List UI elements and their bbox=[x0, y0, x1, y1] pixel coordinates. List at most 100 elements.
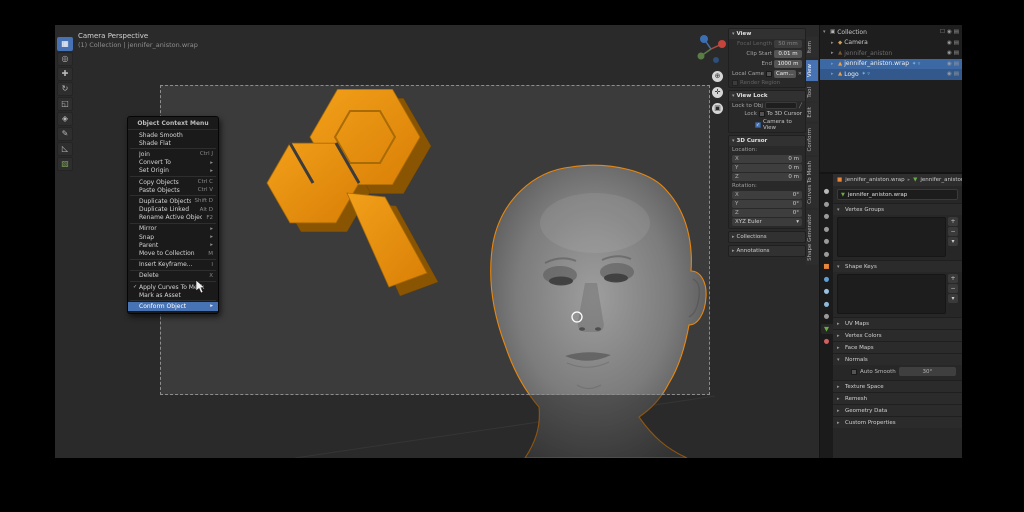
section-custom-properties[interactable]: ▸ Custom Properties bbox=[833, 416, 962, 428]
panel-collections[interactable]: ▸ Collections bbox=[728, 231, 806, 243]
menu-item-shade-flat[interactable]: Shade Flat bbox=[128, 139, 218, 147]
outliner-row-jennifer-aniston-wrap[interactable]: ▸ ▲ jennifer_aniston.wrap ✶ ▿ ◉ ▤ bbox=[820, 58, 962, 69]
properties-tab-render[interactable]: ● bbox=[821, 199, 833, 209]
camera-visibility-icon[interactable]: ▤ bbox=[954, 71, 959, 77]
tool-annotate-button[interactable]: ✎ bbox=[57, 127, 73, 141]
menu-item-parent[interactable]: Parent ▸ bbox=[128, 241, 218, 249]
menu-item-join[interactable]: Join Ctrl J bbox=[128, 150, 218, 158]
menu-item-shade-smooth[interactable]: Shade Smooth bbox=[128, 131, 218, 139]
panel-annotations[interactable]: ▸ Annotations bbox=[728, 245, 806, 257]
sidebar-tab-curves-to-mesh[interactable]: Curves To Mesh bbox=[806, 157, 818, 209]
menu-item-rename-active-object[interactable]: Rename Active Object...F2 bbox=[128, 214, 218, 222]
render-region-checkbox[interactable] bbox=[732, 80, 738, 86]
properties-tab-tool[interactable]: ● bbox=[821, 186, 833, 196]
eye-toggle-icon[interactable]: ◉ bbox=[947, 61, 952, 67]
eye-toggle-icon[interactable]: ◉ bbox=[947, 71, 952, 77]
eyedropper-icon[interactable]: ╱ bbox=[799, 103, 802, 109]
clip-start-field[interactable]: 0.01 m bbox=[774, 50, 802, 58]
panel-3d-cursor-header[interactable]: ▾ 3D Cursor bbox=[729, 136, 805, 146]
properties-tab-particles[interactable]: ● bbox=[821, 286, 833, 296]
sidebar-tab-item[interactable]: Item bbox=[806, 37, 818, 58]
camera-view-button[interactable]: ▣ bbox=[712, 103, 723, 114]
disclosure-icon[interactable]: ▸ bbox=[831, 71, 836, 77]
cursor-rotation-y[interactable]: Y 0° bbox=[732, 200, 802, 208]
section-remesh[interactable]: ▸ Remesh bbox=[833, 392, 962, 404]
clear-icon[interactable]: ✕ bbox=[798, 71, 802, 77]
section-normals[interactable]: ▾ Normals bbox=[833, 353, 962, 365]
outliner-row-camera[interactable]: ▸ ◆ Camera ◉ ▤ bbox=[820, 38, 962, 49]
panel-view-lock-header[interactable]: ▾ View Lock bbox=[729, 91, 805, 101]
tool-cursor-button[interactable]: ◎ bbox=[57, 52, 73, 66]
shape-keys-listbox[interactable] bbox=[837, 274, 946, 314]
viewport-3d[interactable]: Camera Perspective (1) Collection | jenn… bbox=[55, 25, 818, 458]
navigation-gizmo[interactable] bbox=[693, 31, 729, 67]
sidebar-tab-view[interactable]: View bbox=[806, 59, 818, 81]
menu-item-paste-objects[interactable]: Paste Objects Ctrl V bbox=[128, 186, 218, 194]
tool-transform-button[interactable]: ◈ bbox=[57, 112, 73, 126]
menu-item-move-to-collection[interactable]: Move to Collection M bbox=[128, 249, 218, 257]
camera-visibility-icon[interactable]: ▤ bbox=[954, 40, 959, 46]
disclosure-icon[interactable]: ▸ bbox=[831, 40, 836, 46]
cursor-location-y[interactable]: Y0 m bbox=[732, 164, 802, 172]
menu-item-copy-objects[interactable]: Copy Objects Ctrl C bbox=[128, 178, 218, 186]
cursor-rotation-z[interactable]: Z 0° bbox=[732, 209, 802, 217]
cursor-location-x[interactable]: X0 m bbox=[732, 155, 802, 163]
vertex-groups-specials-menu-button[interactable]: ▾ bbox=[948, 237, 958, 246]
properties-tab-output[interactable]: ● bbox=[821, 211, 833, 221]
properties-tab-world[interactable]: ● bbox=[821, 249, 833, 259]
tool-add-cube-button[interactable]: ▧ bbox=[57, 157, 73, 171]
disclosure-icon[interactable]: ▸ bbox=[831, 61, 836, 67]
menu-item-delete[interactable]: Delete X bbox=[128, 272, 218, 280]
properties-tab-scene[interactable]: ● bbox=[821, 236, 833, 246]
head-object[interactable] bbox=[490, 164, 707, 458]
auto-smooth-checkbox[interactable] bbox=[851, 368, 857, 375]
tool-rotate-button[interactable]: ↻ bbox=[57, 82, 73, 96]
panel-view-header[interactable]: ▾ View bbox=[729, 29, 805, 39]
properties-tab-object[interactable]: ■ bbox=[821, 261, 833, 271]
mesh-name-field[interactable]: ▼ jennifer_aniston.wrap bbox=[837, 189, 958, 200]
menu-item-conform-object[interactable]: Conform Object ▸ bbox=[128, 302, 218, 311]
vertex-groups-listbox[interactable] bbox=[837, 217, 946, 257]
tool-scale-button[interactable]: ◱ bbox=[57, 97, 73, 111]
tool-move-button[interactable]: ✚ bbox=[57, 67, 73, 81]
cursor-location-z[interactable]: Z0 m bbox=[732, 173, 802, 181]
vertex-groups-add-button[interactable]: + bbox=[948, 217, 958, 226]
cursor-rotation-x[interactable]: X 0° bbox=[732, 191, 802, 199]
pan-button[interactable]: ✛ bbox=[712, 87, 723, 98]
properties-tab-material[interactable]: ● bbox=[821, 336, 833, 346]
properties-tab-constraints[interactable]: ● bbox=[821, 311, 833, 321]
logo-object[interactable] bbox=[266, 89, 439, 297]
properties-tab-view-layer[interactable]: ● bbox=[821, 224, 833, 234]
shape-keys-specials-menu-button[interactable]: ▾ bbox=[948, 294, 958, 303]
menu-item-set-origin[interactable]: Set Origin ▸ bbox=[128, 167, 218, 175]
disclosure-icon[interactable]: ▸ bbox=[831, 50, 836, 56]
properties-tab-modifiers[interactable]: ● bbox=[821, 274, 833, 284]
auto-smooth-angle-slider[interactable]: 30° bbox=[898, 367, 956, 376]
breadcrumb-object[interactable]: jennifer_aniston.wrap bbox=[845, 177, 904, 183]
zoom-button[interactable]: ⊕ bbox=[712, 71, 723, 82]
clip-end-field[interactable]: 1000 m bbox=[774, 60, 802, 68]
section-texture-space[interactable]: ▸ Texture Space bbox=[833, 380, 962, 392]
vertex-groups-remove-button[interactable]: − bbox=[948, 227, 958, 236]
menu-item-duplicate-objects[interactable]: Duplicate Objects Shift D bbox=[128, 197, 218, 205]
sidebar-tab-tool[interactable]: Tool bbox=[806, 82, 818, 102]
shape-keys-add-button[interactable]: + bbox=[948, 274, 958, 283]
properties-tab-physics[interactable]: ● bbox=[821, 299, 833, 309]
outliner-row-jennifer-aniston[interactable]: ▸ ▲ jennifer_aniston ◉ ▤ bbox=[820, 48, 962, 59]
sidebar-tab-conform[interactable]: Conform bbox=[806, 123, 818, 156]
shape-keys-remove-button[interactable]: − bbox=[948, 284, 958, 293]
eye-toggle-icon[interactable]: ◉ bbox=[947, 40, 952, 46]
section-geometry-data[interactable]: ▸ Geometry Data bbox=[833, 404, 962, 416]
section-uv-maps[interactable]: ▸ UV Maps bbox=[833, 317, 962, 329]
menu-item-duplicate-linked[interactable]: Duplicate Linked Alt D bbox=[128, 206, 218, 214]
outliner-row-logo[interactable]: ▸ ▲ Logo ✶ ▿ ◉ ▤ bbox=[820, 69, 962, 80]
gizmo-y-axis[interactable] bbox=[697, 52, 705, 60]
sidebar-tab-shape-generator[interactable]: Shape Generator bbox=[806, 210, 818, 266]
eye-toggle-icon[interactable]: ◉ bbox=[947, 50, 952, 56]
outliner-row-collection[interactable]: ▾ ▣ Collection ☐ ◉ ▤ bbox=[820, 27, 962, 38]
section-vertex-groups[interactable]: ▾ Vertex Groups bbox=[833, 203, 962, 215]
camera-visibility-icon[interactable]: ▤ bbox=[954, 50, 959, 56]
camera-visibility-icon[interactable]: ▤ bbox=[954, 61, 959, 67]
tool-select-box-button[interactable]: ▦ bbox=[57, 37, 73, 51]
breadcrumb-mesh-data[interactable]: jennifer_aniston.wrap bbox=[920, 177, 962, 183]
